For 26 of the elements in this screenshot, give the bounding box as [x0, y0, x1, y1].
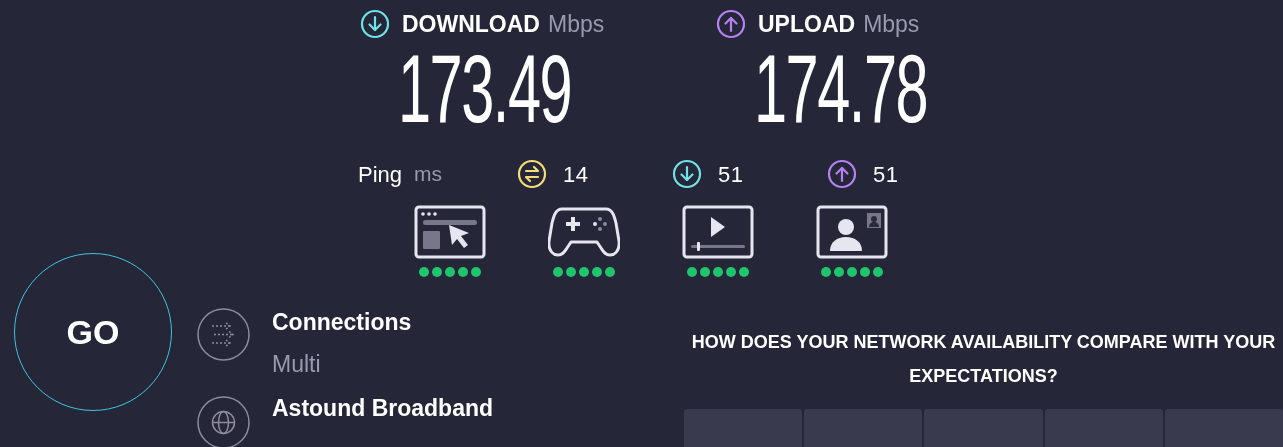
connections-label: Connections [272, 308, 412, 336]
ping-label: Ping [358, 160, 403, 189]
connections-value: Multi [272, 350, 322, 378]
ping-value: 51 [873, 160, 899, 189]
download-icon [672, 159, 703, 189]
globe-icon [197, 396, 250, 447]
video-call-icon [816, 205, 888, 259]
browser-cursor-icon [414, 205, 486, 259]
speed-value: 173.49 [398, 41, 572, 137]
survey-question: HOW DOES YOUR NETWORK AVAILABILITY COMPARE WITH YOUR EXPECTATIONS? [690, 331, 1277, 388]
speed-label: DOWNLOAD [402, 9, 540, 39]
speed-value: 174.78 [754, 41, 928, 137]
ping-icon [517, 159, 548, 189]
connections-icon [197, 308, 250, 361]
upload-icon [827, 159, 858, 189]
ping-value: 14 [563, 160, 589, 189]
upload-icon [716, 9, 746, 39]
speed-label: UPLOAD [758, 9, 856, 39]
download-icon [360, 9, 390, 39]
ping-unit: ms [414, 161, 444, 188]
gamepad-icon [548, 205, 620, 259]
speed-unit: Mbps [863, 9, 920, 39]
speed-unit: Mbps [548, 9, 605, 39]
video-player-icon [682, 205, 754, 259]
ping-value: 51 [718, 160, 744, 189]
provider-name: Astound Broadband [272, 394, 494, 423]
